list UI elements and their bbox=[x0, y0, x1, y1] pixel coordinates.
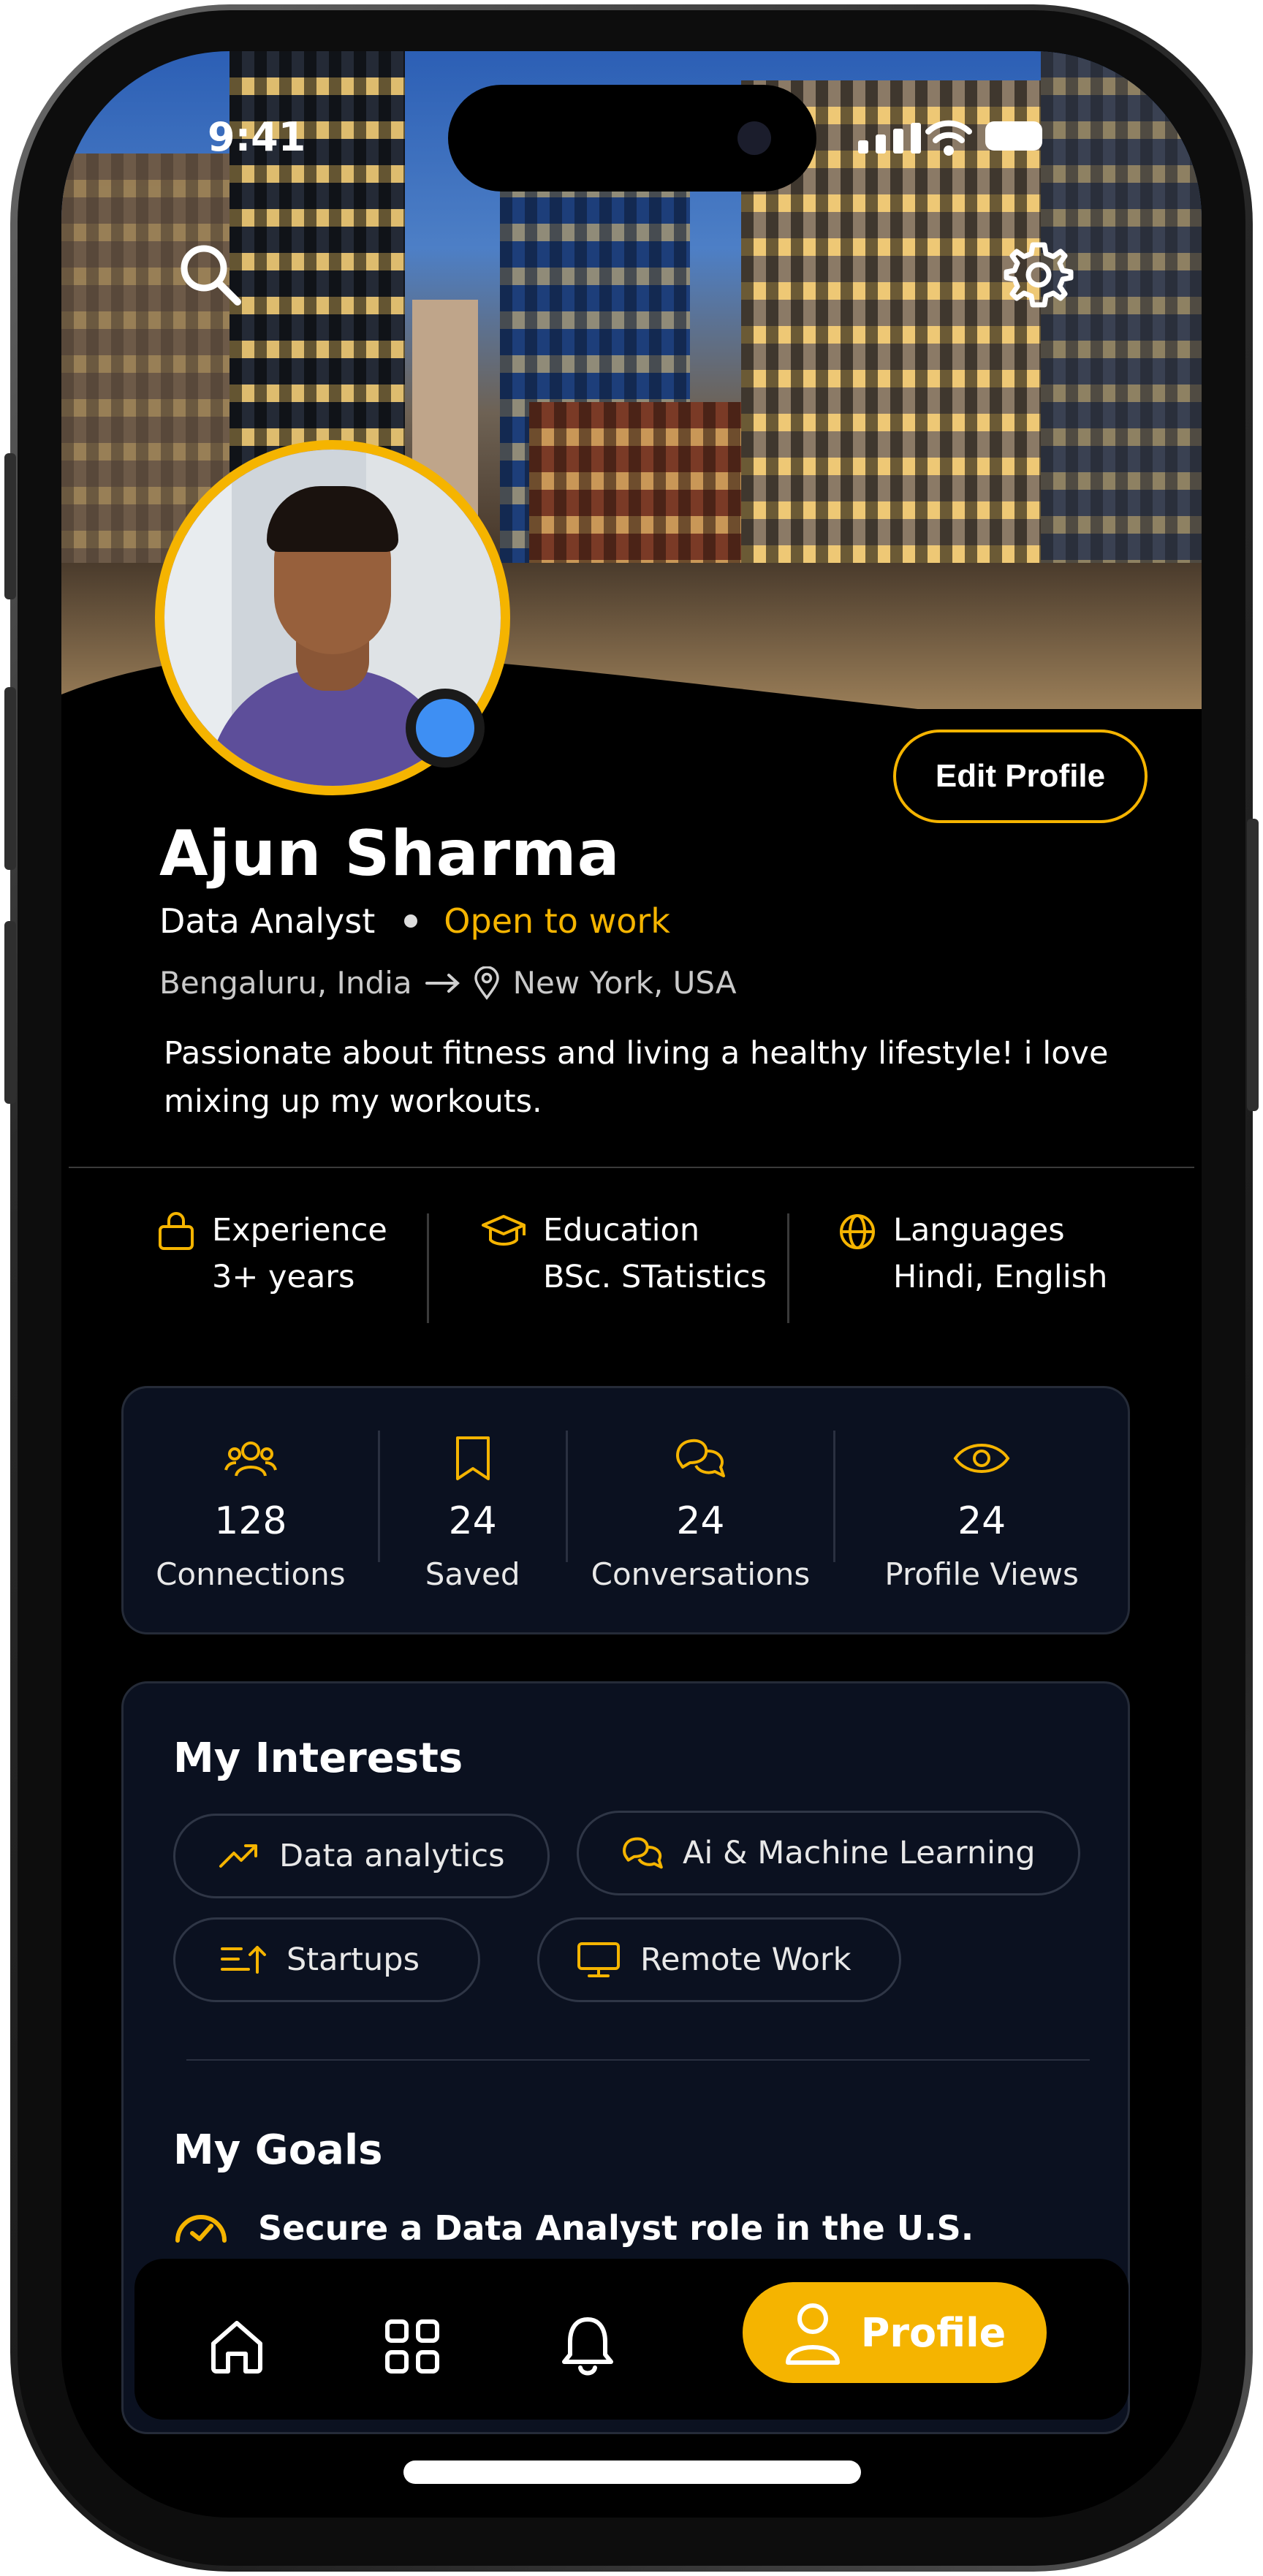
chip-label: Startups bbox=[287, 1942, 420, 1978]
graduation-cap-icon bbox=[482, 1215, 526, 1246]
sort-up-icon bbox=[221, 1946, 266, 1974]
users-icon bbox=[224, 1441, 277, 1477]
separator-dot bbox=[404, 914, 418, 928]
stats-card: 128 Connections 24 Saved 24 Conversation… bbox=[121, 1386, 1130, 1634]
screen: 9:41 Edit Profile Ajun Sharma Data Analy… bbox=[61, 51, 1202, 2518]
interest-chip-data-analytics[interactable]: Data analytics bbox=[173, 1814, 550, 1898]
stat-value: 24 bbox=[676, 1499, 725, 1543]
stat-value: 24 bbox=[957, 1499, 1006, 1543]
section-divider bbox=[69, 1167, 1194, 1168]
signal-icon bbox=[858, 123, 921, 154]
gear-icon bbox=[1004, 242, 1074, 308]
stat-connections[interactable]: 128 Connections bbox=[124, 1388, 378, 1632]
fact-separator bbox=[787, 1213, 789, 1323]
profile-facts: Experience 3+ years Education BSc. STati… bbox=[156, 1199, 1180, 1367]
grid-icon bbox=[385, 2319, 439, 2374]
goals-title: My Goals bbox=[173, 2126, 383, 2174]
home-indicator[interactable] bbox=[403, 2461, 861, 2484]
profile-role: Data Analyst bbox=[159, 901, 376, 941]
chip-label: Remote Work bbox=[640, 1942, 852, 1978]
location-row: Bengaluru, India New York, USA bbox=[159, 965, 737, 1001]
nav-profile[interactable]: Profile bbox=[743, 2282, 1047, 2383]
location-from: Bengaluru, India bbox=[159, 965, 412, 1001]
trending-up-icon bbox=[219, 1844, 257, 1868]
status-time: 9:41 bbox=[208, 114, 306, 160]
location-pin-icon bbox=[474, 966, 499, 1000]
location-to: New York, USA bbox=[512, 965, 737, 1001]
edit-profile-button[interactable]: Edit Profile bbox=[893, 730, 1148, 823]
profile-name: Ajun Sharma bbox=[159, 817, 621, 890]
globe-icon bbox=[840, 1214, 875, 1249]
stat-label: Profile Views bbox=[884, 1556, 1079, 1592]
fact-value: BSc. STatistics bbox=[543, 1259, 767, 1295]
briefcase-icon bbox=[159, 1212, 194, 1250]
fact-title: Experience bbox=[212, 1212, 387, 1249]
bell-icon bbox=[562, 2317, 613, 2376]
stat-label: Saved bbox=[425, 1556, 520, 1592]
interest-chip-ai-ml[interactable]: Ai & Machine Learning bbox=[577, 1811, 1080, 1895]
fact-value: 3+ years bbox=[212, 1259, 355, 1295]
wifi-icon bbox=[925, 120, 972, 156]
battery-icon bbox=[985, 121, 1042, 151]
fact-languages: Languages Hindi, English bbox=[838, 1199, 1145, 1367]
dynamic-island bbox=[448, 85, 816, 192]
settings-button[interactable] bbox=[998, 234, 1079, 314]
fact-separator bbox=[427, 1213, 429, 1323]
fact-title: Languages bbox=[893, 1212, 1065, 1249]
search-button[interactable] bbox=[170, 234, 250, 314]
nav-profile-label: Profile bbox=[860, 2309, 1006, 2356]
interest-chip-remote-work[interactable]: Remote Work bbox=[537, 1917, 902, 2002]
search-icon bbox=[181, 245, 241, 306]
fact-experience: Experience 3+ years bbox=[156, 1199, 405, 1367]
power-button bbox=[1247, 819, 1259, 1111]
interest-chip-startups[interactable]: Startups bbox=[173, 1917, 480, 2002]
role-row: Data Analyst Open to work bbox=[159, 901, 670, 941]
action-button bbox=[4, 453, 16, 599]
volume-up-button bbox=[4, 687, 16, 870]
profile-bio: Passionate about fitness and living a he… bbox=[164, 1035, 1109, 1120]
chip-label: Data analytics bbox=[279, 1838, 505, 1874]
nav-grid[interactable] bbox=[368, 2303, 456, 2390]
interests-title: My Interests bbox=[173, 1735, 463, 1782]
camera-icon bbox=[737, 121, 771, 155]
nav-home[interactable] bbox=[193, 2303, 281, 2390]
stat-value: 128 bbox=[214, 1499, 287, 1543]
card-divider bbox=[186, 2059, 1090, 2061]
eye-icon bbox=[953, 1443, 1010, 1473]
volume-down-button bbox=[4, 921, 16, 1104]
goal-item: Secure a Data Analyst role in the U.S. bbox=[173, 2208, 974, 2248]
user-icon bbox=[785, 2303, 840, 2365]
online-status-indicator bbox=[406, 689, 485, 768]
fact-education: Education BSc. STatistics bbox=[480, 1199, 773, 1367]
chat-icon bbox=[676, 1439, 726, 1477]
goal-text: Secure a Data Analyst role in the U.S. bbox=[258, 2208, 974, 2248]
stat-label: Connections bbox=[156, 1556, 346, 1592]
gauge-check-icon bbox=[175, 2215, 227, 2243]
monitor-icon bbox=[577, 1942, 620, 1977]
stat-conversations[interactable]: 24 Conversations bbox=[568, 1388, 834, 1632]
fact-value: Hindi, English bbox=[893, 1259, 1108, 1295]
fact-title: Education bbox=[543, 1212, 700, 1249]
stat-value: 24 bbox=[448, 1499, 497, 1543]
stat-label: Conversations bbox=[591, 1556, 811, 1592]
arrow-right-icon bbox=[425, 973, 460, 993]
chat-icon bbox=[623, 1837, 663, 1869]
chip-label: Ai & Machine Learning bbox=[683, 1835, 1036, 1871]
availability-label[interactable]: Open to work bbox=[444, 901, 670, 941]
nav-notifications[interactable] bbox=[544, 2303, 632, 2390]
stat-saved[interactable]: 24 Saved bbox=[380, 1388, 566, 1632]
stat-profile-views[interactable]: 24 Profile Views bbox=[835, 1388, 1128, 1632]
home-icon bbox=[211, 2321, 262, 2374]
bookmark-icon bbox=[455, 1436, 490, 1480]
